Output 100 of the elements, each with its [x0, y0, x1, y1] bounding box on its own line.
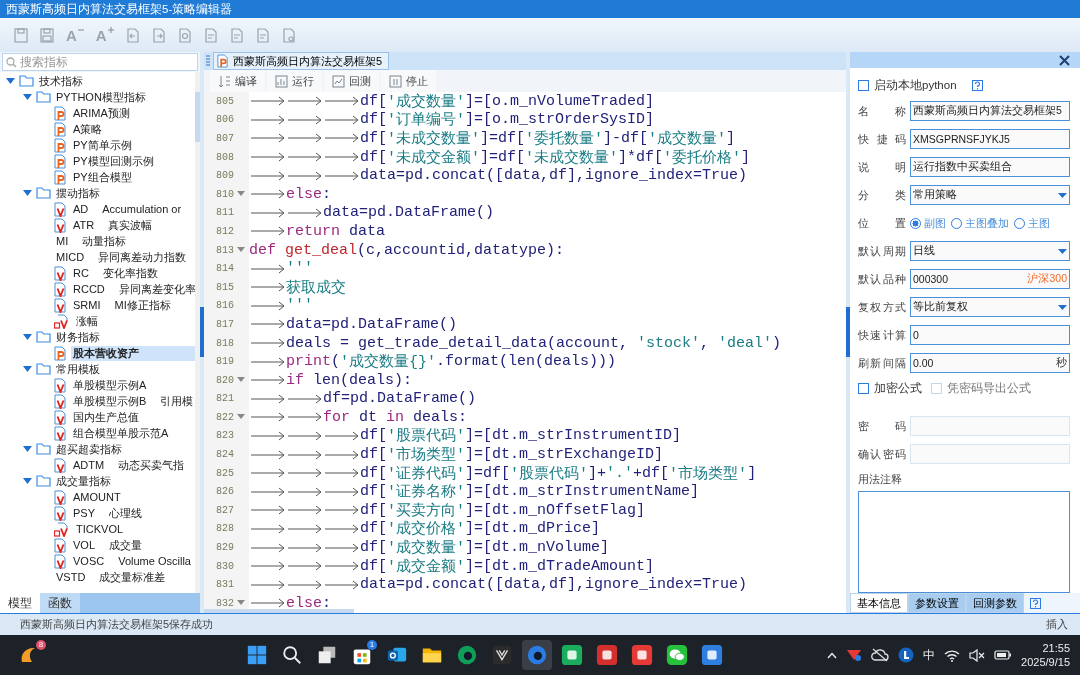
tree-item[interactable]: PY简单示例: [71, 137, 134, 153]
dropdown[interactable]: 常用策略: [910, 185, 1070, 205]
panel-tab[interactable]: 模型: [0, 593, 40, 613]
tree-item[interactable]: 涨幅: [74, 313, 100, 329]
browser-icon[interactable]: [456, 644, 478, 666]
tree-item[interactable]: ATR: [71, 219, 97, 231]
panel-tab[interactable]: 基本信息: [850, 593, 908, 613]
panel-tab[interactable]: 参数设置: [908, 593, 966, 613]
expand-arrow-icon[interactable]: [23, 365, 32, 373]
tree-item[interactable]: A策略: [71, 121, 105, 137]
toolbar-button[interactable]: 编译: [210, 70, 265, 92]
input-method-indicator[interactable]: 中: [923, 646, 936, 664]
search-field[interactable]: 搜索指标: [2, 53, 198, 71]
search-input[interactable]: 搜索指标: [20, 56, 170, 68]
task-view-icon[interactable]: [316, 644, 338, 666]
fold-icon[interactable]: [236, 377, 245, 384]
line-number: 825: [215, 467, 234, 479]
radio-option[interactable]: 主图叠加: [951, 215, 1009, 231]
tree-item[interactable]: 国内生产总值: [71, 409, 141, 425]
expand-arrow-icon[interactable]: [23, 333, 32, 341]
toolbar-button[interactable]: 回测: [324, 70, 379, 92]
app-icon[interactable]: [631, 644, 653, 666]
tree-item[interactable]: VOSC: [71, 555, 107, 567]
tree-item[interactable]: PSY: [71, 507, 97, 519]
help-icon[interactable]: [1030, 597, 1041, 609]
checkbox[interactable]: [858, 383, 869, 394]
app-tray-icon[interactable]: [898, 647, 915, 663]
app-icon[interactable]: [596, 644, 618, 666]
radio-option[interactable]: 副图: [910, 215, 946, 231]
tree-item[interactable]: TICKVOL: [74, 523, 126, 535]
panel-tab[interactable]: 回测参数: [966, 593, 1024, 613]
tree-item[interactable]: 常用模板: [54, 361, 102, 377]
wifi-icon[interactable]: [944, 648, 961, 662]
checkbox[interactable]: [858, 80, 869, 91]
input-field[interactable]: XMSGPRNSFJYKJ5: [910, 129, 1070, 149]
battery-icon[interactable]: [994, 649, 1013, 661]
close-icon[interactable]: [1059, 54, 1070, 66]
cloud-offline-icon[interactable]: [871, 648, 890, 662]
tree-item[interactable]: SRMI: [71, 299, 103, 311]
tree-item[interactable]: ADTM: [71, 459, 107, 471]
input-field[interactable]: 0.00 秒: [910, 353, 1070, 373]
tree-item[interactable]: MI: [54, 235, 71, 247]
tree-item[interactable]: 技术指标: [37, 73, 85, 89]
tree-item[interactable]: PY组合模型: [71, 169, 134, 185]
toolbar-button[interactable]: 运行: [267, 70, 322, 92]
tree-item[interactable]: MICD: [54, 251, 87, 263]
volume-muted-icon[interactable]: [969, 648, 986, 662]
radio-option[interactable]: 主图: [1014, 215, 1050, 231]
app-icon[interactable]: [701, 644, 723, 666]
collapse-handle[interactable]: [846, 307, 850, 357]
scrollbar-thumb[interactable]: [195, 92, 200, 142]
expand-arrow-icon[interactable]: [23, 477, 32, 485]
tree-item[interactable]: 股本营收资产: [71, 345, 195, 361]
fold-icon[interactable]: [236, 191, 245, 198]
tree-item[interactable]: 组合模型单股示范A: [71, 425, 171, 441]
search-icon[interactable]: [281, 644, 303, 666]
editor-tab[interactable]: 西蒙斯高频日内算法交易框架5: [213, 52, 390, 70]
expand-arrow-icon[interactable]: [6, 77, 15, 85]
input-field[interactable]: 000300 沪深300: [910, 269, 1070, 289]
tree-item[interactable]: ARIMA预测: [71, 105, 132, 121]
dropdown[interactable]: 日线: [910, 241, 1070, 261]
dropdown[interactable]: 等比前复权: [910, 297, 1070, 317]
code-line: ''': [286, 260, 313, 278]
expand-arrow-icon[interactable]: [23, 189, 32, 197]
tree-item[interactable]: 超买超卖指标: [54, 441, 124, 457]
input-field[interactable]: 运行指数中买卖组合: [910, 157, 1070, 177]
fold-icon[interactable]: [236, 247, 245, 254]
tree-item[interactable]: 单股模型示例A: [71, 377, 149, 393]
tree-item[interactable]: PYTHON模型指标: [54, 89, 148, 105]
grip-icon[interactable]: [206, 55, 210, 67]
panel-tab[interactable]: 函数: [40, 593, 80, 613]
help-icon[interactable]: [971, 80, 983, 91]
fold-icon[interactable]: [236, 414, 245, 421]
expand-arrow-icon[interactable]: [23, 93, 32, 101]
fold-icon[interactable]: [236, 600, 245, 607]
tree-item[interactable]: 财务指标: [54, 329, 102, 345]
tree-item[interactable]: 成交量指标: [54, 473, 113, 489]
tree-item[interactable]: RC: [71, 267, 91, 279]
input-field[interactable]: 0: [910, 325, 1070, 345]
tree-item[interactable]: AMOUNT: [71, 491, 123, 503]
toolbar-button[interactable]: 停止: [381, 70, 436, 92]
tab-arrow-icon: [286, 170, 323, 181]
browser-icon[interactable]: [526, 644, 548, 666]
scrollbar-thumb[interactable]: [204, 609, 354, 613]
collapse-handle[interactable]: [200, 307, 204, 357]
chevron-up-icon[interactable]: [827, 651, 838, 659]
input-field[interactable]: 西蒙斯高频日内算法交易框架5: [910, 101, 1070, 121]
python-file-icon: [54, 345, 67, 361]
tab-arrow-icon: [286, 412, 323, 423]
windows-start-icon[interactable]: [246, 644, 268, 666]
notes-textarea[interactable]: [858, 491, 1070, 593]
tree-item[interactable]: PY模型回测示例: [71, 153, 156, 169]
chat-icon[interactable]: [666, 644, 688, 666]
tree-item[interactable]: 摆动指标: [54, 185, 102, 201]
tree-item[interactable]: AD: [71, 203, 91, 215]
tree-item[interactable]: VOL: [71, 539, 97, 551]
expand-arrow-icon[interactable]: [23, 445, 32, 453]
tree-item[interactable]: 单股模型示例B: [71, 393, 149, 409]
tree-item[interactable]: VSTD: [54, 571, 88, 583]
tree-item[interactable]: RCCD: [71, 283, 107, 295]
